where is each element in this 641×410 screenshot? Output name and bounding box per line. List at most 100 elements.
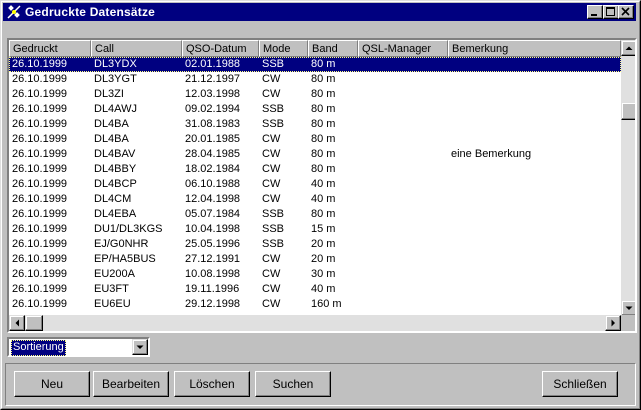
cell-gedruckt: 26.10.1999 [12,148,68,160]
cell-qso-datum: 09.02.1994 [185,103,241,115]
vertical-scrollbar[interactable] [621,40,635,316]
cell-call: DL4EBA [94,208,137,220]
cell-qso-datum: 10.08.1998 [185,268,241,280]
table-row[interactable]: 26.10.1999 DL4EBA 05.07.1984 SSB 80 m [9,207,621,222]
cell-mode: CW [262,133,281,145]
cell-band: 80 m [311,73,336,85]
delete-button[interactable]: Löschen [174,371,250,397]
window-title: Gedruckte Datensätze [25,5,156,19]
table-row[interactable]: 26.10.1999 DL4BAV 28.04.1985 CW 80 m eine Bem… [9,147,621,162]
cell-qso-datum: 27.12.1991 [185,253,241,265]
table-row[interactable]: 26.10.1999 EU200A 10.08.1998 CW 30 m [9,267,621,282]
cell-mode: CW [262,298,281,310]
vertical-scroll-thumb[interactable] [621,102,635,120]
table-row[interactable]: 26.10.1999 EU3FT 19.11.1996 CW 40 m [9,282,621,297]
cell-band: 40 m [311,283,336,295]
column-header-band[interactable]: Band [308,40,358,57]
cell-call: DL4BBY [94,163,137,175]
table-row[interactable]: 26.10.1999 DL4BCP 06.10.1988 CW 40 m [9,177,621,192]
table-row[interactable]: 26.10.1999 DL3YDX 02.01.1988 SSB 80 m [9,57,621,72]
chevron-down-icon [136,345,144,349]
button-panel: Neu Bearbeiten Löschen Suchen Schließen [5,363,636,406]
scroll-up-button[interactable] [621,40,635,56]
cell-qso-datum: 10.04.1998 [185,223,241,235]
column-header-qso-datum[interactable]: QSO-Datum [182,40,259,57]
cell-gedruckt: 26.10.1999 [12,103,68,115]
cell-band: 40 m [311,178,336,190]
listview-header: Gedruckt Call QSO-Datum Mode Band QSL-Ma… [9,40,621,57]
cell-mode: CW [262,283,281,295]
table-row[interactable]: 26.10.1999 EJ/G0NHR 25.05.1996 SSB 20 m [9,237,621,252]
cell-gedruckt: 26.10.1999 [12,298,68,310]
column-header-call[interactable]: Call [91,40,182,57]
cell-mode: SSB [262,208,285,220]
records-listview[interactable]: Gedruckt Call QSO-Datum Mode Band QSL-Ma… [7,38,637,333]
title-bar[interactable]: Gedruckte Datensätze [3,3,636,21]
cell-mode: CW [262,178,281,190]
cell-call: DL3YDX [94,58,137,70]
cell-mode: SSB [262,223,285,235]
close-icon [621,7,630,16]
sort-dropdown[interactable]: Sortierung [7,337,150,357]
cell-band: 80 m [311,58,336,70]
table-row[interactable]: 26.10.1999 DL3YGT 21.12.1997 CW 80 m [9,72,621,87]
maximize-button[interactable] [603,5,619,19]
arrow-right-icon [611,319,615,327]
cell-call: EU200A [94,268,135,280]
cell-gedruckt: 26.10.1999 [12,193,68,205]
cell-qso-datum: 28.04.1985 [185,148,241,160]
table-row[interactable]: 26.10.1999 EP/HA5BUS 27.12.1991 CW 20 m [9,252,621,267]
table-row[interactable]: 26.10.1999 DL3ZI 12.03.1998 CW 80 m [9,87,621,102]
column-header-gedruckt[interactable]: Gedruckt [9,40,91,57]
cell-gedruckt: 26.10.1999 [12,118,68,130]
scroll-down-button[interactable] [621,300,635,316]
cell-mode: CW [262,88,281,100]
satellite-icon [7,5,21,19]
table-row[interactable]: 26.10.1999 EU6EU 29.12.1998 CW 160 m [9,297,621,312]
cell-mode: SSB [262,238,285,250]
cell-call: DU1/DL3KGS [94,223,163,235]
cell-gedruckt: 26.10.1999 [12,133,68,145]
column-header-bemerkung[interactable]: Bemerkung [448,40,621,57]
table-row[interactable]: 26.10.1999 DL4BA 31.08.1983 SSB 80 m [9,117,621,132]
close-button[interactable] [618,5,634,19]
table-row[interactable]: 26.10.1999 DL4BA 20.01.1985 CW 80 m [9,132,621,147]
cell-gedruckt: 26.10.1999 [12,283,68,295]
new-button[interactable]: Neu [14,371,90,397]
cell-band: 40 m [311,193,336,205]
main-window: Gedruckte Datensätze Gedruckt Call QSO-D… [0,0,641,410]
cell-call: DL4BA [94,133,129,145]
cell-band: 80 m [311,208,336,220]
cell-qso-datum: 06.10.1988 [185,178,241,190]
column-header-qsl-manager[interactable]: QSL-Manager [358,40,448,57]
cell-band: 80 m [311,118,336,130]
cell-band: 20 m [311,253,336,265]
minimize-button[interactable] [587,5,603,19]
column-header-mode[interactable]: Mode [259,40,308,57]
close-dialog-button[interactable]: Schließen [542,371,618,397]
table-row[interactable]: 26.10.1999 DU1/DL3KGS 10.04.1998 SSB 15 m [9,222,621,237]
cell-mode: CW [262,73,281,85]
horizontal-scroll-thumb[interactable] [25,315,43,331]
scrollbar-corner [621,315,635,331]
table-row[interactable]: 26.10.1999 DL4BBY 18.02.1984 CW 80 m [9,162,621,177]
cell-call: EU6EU [94,298,131,310]
search-button[interactable]: Suchen [255,371,331,397]
cell-call: DL3YGT [94,73,137,85]
cell-mode: CW [262,163,281,175]
cell-qso-datum: 31.08.1983 [185,118,241,130]
scroll-left-button[interactable] [9,315,25,331]
cell-gedruckt: 26.10.1999 [12,58,68,70]
sort-dropdown-button[interactable] [132,339,148,355]
table-row[interactable]: 26.10.1999 DL4CM 12.04.1998 CW 40 m [9,192,621,207]
cell-band: 160 m [311,298,342,310]
horizontal-scrollbar[interactable] [9,315,621,331]
cell-qso-datum: 02.01.1988 [185,58,241,70]
cell-band: 80 m [311,103,336,115]
cell-band: 30 m [311,268,336,280]
cell-gedruckt: 26.10.1999 [12,253,68,265]
edit-button[interactable]: Bearbeiten [93,371,169,397]
table-row[interactable]: 26.10.1999 DL4AWJ 09.02.1994 SSB 80 m [9,102,621,117]
cell-call: DL4AWJ [94,103,137,115]
scroll-right-button[interactable] [605,315,621,331]
